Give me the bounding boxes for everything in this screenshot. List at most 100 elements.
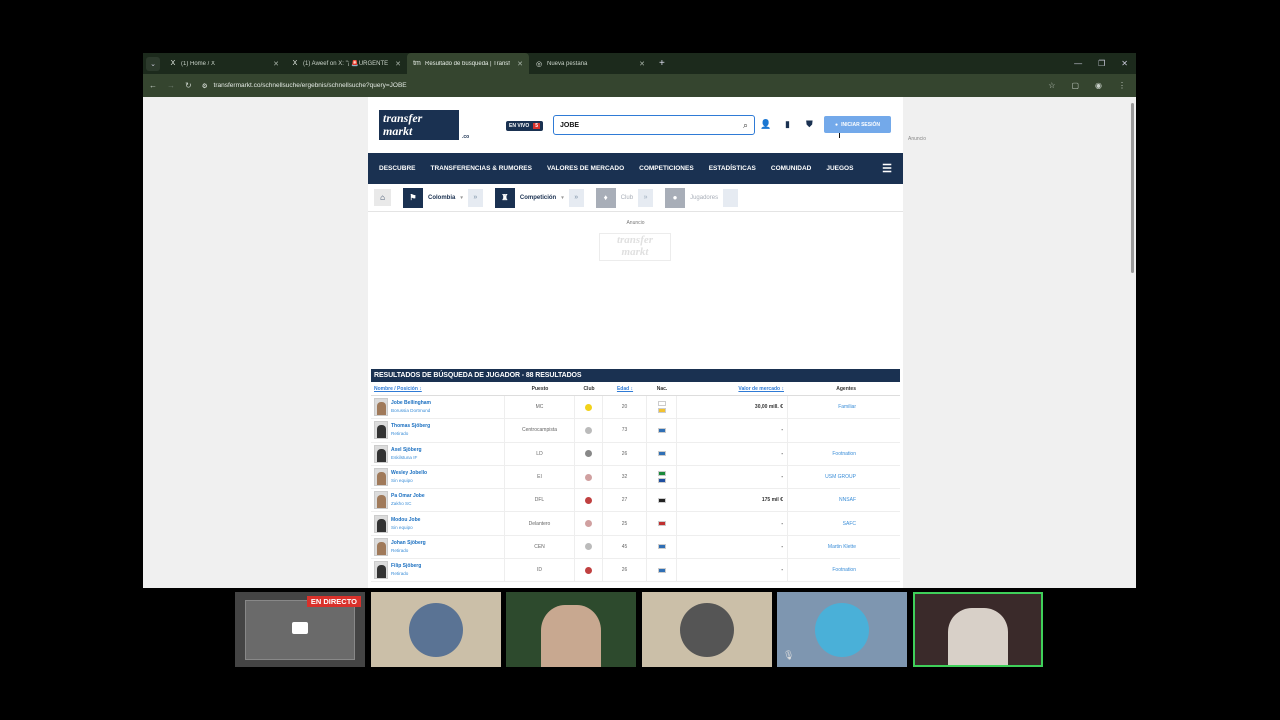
live-button[interactable]: EN VIVO 5 (506, 121, 544, 131)
screen-share-tile[interactable]: EN DIRECTO (235, 592, 365, 667)
maximize-icon[interactable]: ❐ (1098, 59, 1105, 68)
shield-icon[interactable]: ⛊ (806, 119, 813, 130)
agent-cell[interactable] (788, 419, 858, 441)
nationality-flag-icon (657, 401, 666, 407)
agent-cell[interactable]: Footnation (788, 443, 858, 465)
user-add-icon[interactable]: 👤 (760, 119, 771, 130)
player-name-link[interactable]: Axel Sjöberg (391, 446, 422, 454)
agent-cell[interactable]: USM GROUP (788, 466, 858, 488)
url-field[interactable]: ⚙ transfermarkt.co/schnellsuche/ergebnis… (202, 82, 1039, 90)
club-crest-icon[interactable] (585, 403, 592, 411)
player-name-link[interactable]: Modou Jobe (391, 516, 420, 524)
nav-juegos[interactable]: JUEGOS (826, 165, 853, 172)
tab-3[interactable]: ◎ Nueva pestaña ✕ (529, 53, 651, 74)
transfermarkt-logo[interactable]: transfer markt (379, 110, 459, 140)
tab-close-icon[interactable]: ✕ (517, 60, 523, 68)
back-icon[interactable]: ← (149, 81, 157, 90)
hamburger-menu-icon[interactable]: ☰ (882, 162, 892, 175)
player-club-link[interactable]: Sin equipo (391, 477, 427, 485)
nav-estadisticas[interactable]: ESTADÍSTICAS (709, 165, 756, 172)
player-photo[interactable] (374, 398, 388, 417)
player-photo[interactable] (374, 514, 388, 533)
breadcrumb-competition[interactable]: ♜ Competición ▾ » (494, 187, 584, 208)
player-photo[interactable] (374, 444, 388, 463)
col-agents: Agentes (836, 385, 856, 392)
col-market-value[interactable]: Valor de mercado ↕ (677, 386, 788, 392)
close-window-icon[interactable]: ✕ (1121, 59, 1128, 68)
agent-cell[interactable]: Footnation (788, 559, 858, 581)
extensions-icon[interactable]: ▢ (1071, 81, 1079, 90)
club-crest-icon[interactable] (585, 450, 592, 458)
participant-tile-2[interactable] (506, 592, 636, 667)
tab-search-button[interactable]: ⌄ (146, 56, 160, 71)
club-crest-icon[interactable] (585, 543, 592, 551)
tab-0[interactable]: X (1) Home / X ✕ (163, 53, 285, 74)
player-photo[interactable] (374, 468, 388, 487)
agent-cell[interactable]: NNSAF (788, 489, 858, 511)
participant-tile-4[interactable]: 🎙 (777, 592, 907, 667)
menu-icon[interactable]: ⋮ (1118, 81, 1126, 90)
player-name-link[interactable]: Thomas Sjöberg (391, 422, 430, 430)
nav-descubre[interactable]: DESCUBRE (379, 165, 415, 172)
player-photo[interactable] (374, 491, 388, 510)
player-name-link[interactable]: Pa Omar Jobe (391, 492, 425, 500)
tab-1[interactable]: X (1) Aweef on X: "¡ 🚨URGENTE ✕ (285, 53, 407, 74)
agent-cell[interactable]: Familiar (788, 396, 858, 418)
bookmark-icon[interactable]: ▮ (785, 119, 790, 130)
nav-competiciones[interactable]: COMPETICIONES (639, 165, 694, 172)
page-scrollbar[interactable] (1129, 97, 1136, 588)
player-club-link[interactable]: Retirado (391, 430, 430, 438)
breadcrumb-players[interactable]: ● Jugadores (665, 187, 739, 208)
player-name-link[interactable]: Wesley Jobello (391, 469, 427, 477)
participant-tile-self[interactable] (913, 592, 1043, 667)
player-photo[interactable] (374, 537, 388, 556)
agent-cell[interactable]: Martin Klette (788, 536, 858, 558)
player-club-link[interactable]: Retirado (391, 547, 426, 555)
forward-icon[interactable]: → (167, 81, 175, 90)
player-club-link[interactable]: Borussia Dortmund (391, 407, 431, 415)
player-name-link[interactable]: Filip Sjöberg (391, 562, 421, 570)
tab-close-icon[interactable]: ✕ (395, 60, 401, 68)
nav-transferencias[interactable]: TRANSFERENCIAS & RUMORES (430, 165, 531, 172)
bookmark-star-icon[interactable]: ☆ (1048, 81, 1055, 90)
player-club-link[interactable]: Sin equipo (391, 524, 420, 532)
reload-icon[interactable]: ↻ (185, 81, 192, 90)
col-age[interactable]: Edad ↕ (603, 386, 647, 392)
player-photo[interactable] (374, 421, 388, 440)
player-club-link[interactable]: Retirado (391, 570, 421, 578)
search-input[interactable]: JOBE ⌕ (553, 115, 755, 135)
club-crest-icon[interactable] (585, 473, 592, 481)
player-name-link[interactable]: Jobe Bellingham (391, 399, 431, 407)
site-info-icon[interactable]: ⚙ (202, 82, 208, 90)
breadcrumb-country[interactable]: ⚑ Colombia ▾ » (403, 187, 483, 208)
col-name[interactable]: Nombre / Posición ↕ (371, 386, 505, 392)
club-crest-icon[interactable] (585, 520, 592, 528)
player-club-link[interactable]: Zakho SC (391, 500, 425, 508)
scrollbar-thumb[interactable] (1131, 103, 1134, 273)
player-name-link[interactable]: Johan Sjöberg (391, 539, 426, 547)
trophy-icon: ♜ (494, 187, 515, 208)
participant-tile-3[interactable] (642, 592, 772, 667)
tab-strip: ⌄ X (1) Home / X ✕ X (1) Aweef on X: "¡ 🚨URG… (143, 53, 1136, 74)
nav-comunidad[interactable]: COMUNIDAD (771, 165, 811, 172)
club-crest-icon[interactable] (585, 426, 592, 434)
tab-title: (1) Aweef on X: "¡ 🚨URGENTE (303, 61, 389, 67)
search-icon[interactable]: ⌕ (743, 120, 748, 131)
tab-close-icon[interactable]: ✕ (273, 60, 279, 68)
profile-icon[interactable]: ◉ (1095, 81, 1102, 90)
player-club-link[interactable]: Eskilstuna IF (391, 454, 422, 462)
player-photo[interactable] (374, 561, 388, 580)
login-button[interactable]: ● INICIAR SESIÓN (824, 116, 891, 133)
agent-cell[interactable]: SAFC (788, 512, 858, 534)
club-crest-icon[interactable] (585, 496, 592, 504)
tab-2[interactable]: tm Resultado de búsqueda | Transf ✕ (407, 53, 529, 74)
club-cell (575, 559, 603, 582)
club-crest-icon[interactable] (585, 566, 592, 574)
tab-close-icon[interactable]: ✕ (639, 60, 645, 68)
new-tab-button[interactable]: + (651, 58, 673, 69)
minimize-icon[interactable]: — (1074, 59, 1082, 68)
nav-valores[interactable]: VALORES DE MERCADO (547, 165, 624, 172)
home-icon[interactable]: ⌂ (374, 189, 391, 206)
participant-tile-1[interactable] (371, 592, 501, 667)
breadcrumb-club[interactable]: ♦ Club » (595, 187, 654, 208)
